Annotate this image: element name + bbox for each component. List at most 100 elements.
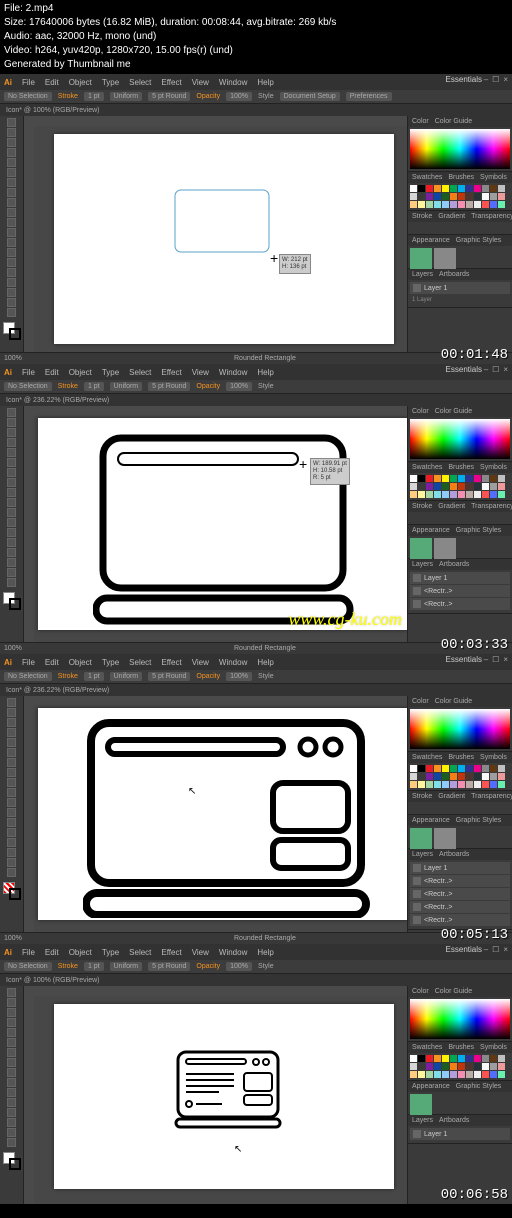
type-tool[interactable] [7,168,16,177]
menu-view[interactable]: View [192,78,209,87]
swatch[interactable] [410,773,417,780]
swatch[interactable] [410,765,417,772]
line-tool[interactable] [7,178,16,187]
swatch[interactable] [434,781,441,788]
swatch[interactable] [410,483,417,490]
swatch[interactable] [482,185,489,192]
swatch[interactable] [426,193,433,200]
swatch[interactable] [498,483,505,490]
swatch[interactable] [410,185,417,192]
swatch[interactable] [418,1071,425,1078]
swatch[interactable] [490,193,497,200]
menu-type[interactable]: Type [102,78,119,87]
zoom-level[interactable]: 100% [4,355,22,362]
swatch[interactable] [450,193,457,200]
eye-icon[interactable] [413,284,421,292]
swatch[interactable] [442,1055,449,1062]
swatch[interactable] [490,491,497,498]
menu-file[interactable]: File [22,78,35,87]
swatch[interactable] [482,475,489,482]
stroke-pt[interactable]: 1 pt [84,92,104,101]
swatch[interactable] [474,193,481,200]
swatch[interactable] [498,1055,505,1062]
swatch[interactable] [466,475,473,482]
window-controls[interactable]: –☐× [484,365,508,374]
swatch[interactable] [426,491,433,498]
swatch[interactable] [410,193,417,200]
fill-stroke[interactable] [3,592,21,610]
doc-tab[interactable]: Icon* @ 236.22% (RGB/Preview) [0,394,512,406]
swatch[interactable] [418,475,425,482]
artboards-tab[interactable]: Artboards [439,271,469,278]
layers-tab[interactable]: Layers [412,271,433,278]
swatch[interactable] [426,1063,433,1070]
swatch-grid[interactable] [408,183,512,210]
swatch[interactable] [466,491,473,498]
stroke-profile[interactable]: Uniform [110,92,143,101]
swatch[interactable] [474,1055,481,1062]
swatch[interactable] [434,185,441,192]
swatch[interactable] [434,765,441,772]
swatch[interactable] [426,781,433,788]
swatch[interactable] [450,483,457,490]
swatch[interactable] [442,185,449,192]
swatch[interactable] [410,201,417,208]
swatch[interactable] [418,781,425,788]
window-controls[interactable]: –☐× [484,945,508,954]
swatch[interactable] [466,201,473,208]
swatch[interactable] [450,201,457,208]
swatch[interactable] [458,185,465,192]
opacity-label[interactable]: Opacity [196,93,220,100]
swatch[interactable] [458,1071,465,1078]
direct-select-tool[interactable] [7,128,16,137]
swatch[interactable] [474,773,481,780]
swatch[interactable] [482,1063,489,1070]
swatch[interactable] [434,201,441,208]
transp-tab[interactable]: Transparency [471,213,512,220]
swatch[interactable] [482,1071,489,1078]
swatch[interactable] [474,483,481,490]
swatch[interactable] [442,773,449,780]
swatch[interactable] [466,781,473,788]
scale-tool[interactable] [7,248,16,257]
workspace-switcher[interactable]: Essentials [446,75,482,84]
swatch[interactable] [498,781,505,788]
swatch[interactable] [458,765,465,772]
brushes-tab[interactable]: Brushes [448,174,474,181]
swatch[interactable] [482,781,489,788]
swatch[interactable] [418,193,425,200]
swatch[interactable] [490,773,497,780]
swatch[interactable] [426,765,433,772]
swatch[interactable] [450,185,457,192]
perspective-tool[interactable] [7,288,16,297]
swatch[interactable] [410,1055,417,1062]
swatch[interactable] [458,201,465,208]
swatch[interactable] [498,765,505,772]
swatch[interactable] [458,491,465,498]
rect-tool[interactable] [7,188,16,197]
pen-tool[interactable] [7,158,16,167]
prefs[interactable]: Preferences [346,92,392,101]
swatch[interactable] [474,475,481,482]
pencil-tool[interactable] [7,208,16,217]
menu-window[interactable]: Window [219,78,247,87]
swatch[interactable] [490,185,497,192]
width-tool[interactable] [7,258,16,267]
doc-setup[interactable]: Document Setup [280,92,340,101]
swatch[interactable] [410,491,417,498]
lasso-tool[interactable] [7,148,16,157]
swatch[interactable] [450,1063,457,1070]
canvas[interactable]: ↖ [24,696,407,932]
swatch[interactable] [466,185,473,192]
swatch[interactable] [466,773,473,780]
swatch[interactable] [474,185,481,192]
swatch[interactable] [434,483,441,490]
swatch[interactable] [434,475,441,482]
swatch[interactable] [482,483,489,490]
swatch[interactable] [410,1063,417,1070]
gradient-tab[interactable]: Gradient [438,213,465,220]
swatch[interactable] [410,781,417,788]
swatch[interactable] [434,1071,441,1078]
swatch[interactable] [498,185,505,192]
swatch[interactable] [458,193,465,200]
